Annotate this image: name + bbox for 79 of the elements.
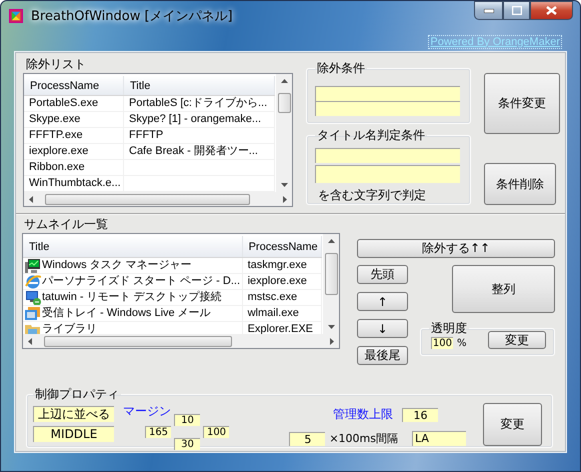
group-label: 透明度 xyxy=(430,320,468,337)
limit-label: 管理数上限 xyxy=(333,406,393,423)
window-title: BreathOfWindow [メインパネル] xyxy=(31,8,233,25)
input-field[interactable]: MIDDLE xyxy=(33,426,114,442)
scrollbar-thumb[interactable] xyxy=(278,93,290,113)
vertical-scrollbar[interactable] xyxy=(275,74,292,192)
input-field[interactable] xyxy=(315,86,460,101)
mail-icon xyxy=(25,306,41,321)
vertical-scrollbar[interactable] xyxy=(322,234,339,334)
input-field[interactable]: 30 xyxy=(174,438,200,450)
group-label: 制御プロパティ xyxy=(34,386,120,403)
column-header[interactable]: ProcessName xyxy=(24,76,124,95)
input-field[interactable]: 10 xyxy=(174,414,200,426)
input-field[interactable]: 16 xyxy=(402,408,438,422)
last-button[interactable]: 最後尾 xyxy=(357,346,408,365)
app-icon xyxy=(9,9,23,23)
table-cell: tatuwin - リモート デスクトップ接続 xyxy=(42,290,222,305)
input-field[interactable]: 100 xyxy=(431,337,453,349)
section-label: サムネイル一覧 xyxy=(23,216,109,233)
maximize-button[interactable] xyxy=(503,1,530,20)
apply-button[interactable]: 変更 xyxy=(488,331,546,349)
table-cell: ライブラリ xyxy=(42,322,97,334)
list-view[interactable]: Title ProcessName Windows タスク マネージャー taskmgr.exe パーソナライズド スタート ページ - D... iexplore.exe tatuwin - リモート デスクトップ接続 mstsc.exe 受信トレイ - Windows Live メール wlmail.exe ライブラリ Explorer.EXE xyxy=(22,233,340,349)
close-icon xyxy=(546,6,557,15)
section-label: 除外リスト xyxy=(25,56,87,73)
computer-icon xyxy=(25,290,41,305)
list-view[interactable]: ProcessName Title PortableS.exe PortableS [c:ドライブから... Skype.exe Skype? [1] - orangemake... FFFTP.exe FFFTP iexplore.exe Cafe Break - 開発者ツー... Ribbon.exe WinThumbtack.e... xyxy=(23,73,293,207)
group-label: 除外条件 xyxy=(316,60,366,77)
hint-text: を含む文字列で判定 xyxy=(317,187,427,204)
scroll-up-icon xyxy=(328,239,335,243)
monitor-icon xyxy=(25,258,41,273)
close-button[interactable] xyxy=(530,1,573,20)
table-cell: iexplore.exe xyxy=(24,144,124,159)
table-cell: FFFTP.exe xyxy=(24,128,124,143)
scroll-down-icon xyxy=(280,183,288,187)
first-button[interactable]: 先頭 xyxy=(357,265,408,284)
table-cell: WinThumbtack.e... xyxy=(24,176,124,191)
unit-label: % xyxy=(457,338,467,348)
column-header[interactable]: Title xyxy=(23,236,243,257)
input-field[interactable]: 100 xyxy=(203,426,229,438)
input-field[interactable]: 165 xyxy=(145,426,171,438)
input-field[interactable] xyxy=(315,165,460,183)
scrollbar-thumb[interactable] xyxy=(324,253,338,295)
scroll-up-icon xyxy=(280,79,288,83)
table-cell: Windows タスク マネージャー xyxy=(42,258,192,273)
scroll-left-icon xyxy=(28,338,32,344)
scroll-down-icon xyxy=(328,325,335,329)
group-label: タイトル名判定条件 xyxy=(316,127,426,144)
scrollbar-thumb[interactable] xyxy=(45,194,250,204)
scroll-right-icon xyxy=(283,196,287,202)
scroll-left-icon xyxy=(29,196,33,202)
delete-button[interactable]: 条件削除 xyxy=(484,163,556,205)
interval-label: ×100ms間隔 xyxy=(329,431,398,446)
table-cell: Ribbon.exe xyxy=(24,160,124,175)
scrollbar-thumb[interactable] xyxy=(44,336,232,346)
arrange-button[interactable]: 整列 xyxy=(452,265,555,313)
input-field[interactable]: LA xyxy=(412,431,466,446)
input-field[interactable] xyxy=(315,148,460,163)
globe-icon xyxy=(25,274,41,289)
down-button[interactable]: ↓ xyxy=(357,319,408,338)
table-cell: PortableS.exe xyxy=(24,96,124,111)
table-cell: パーソナライズド スタート ページ - D... xyxy=(42,274,240,289)
minimize-icon xyxy=(484,8,494,12)
horizontal-scrollbar[interactable] xyxy=(23,334,339,348)
table-cell: Skype.exe xyxy=(24,112,124,127)
minimize-button[interactable] xyxy=(474,1,503,20)
input-field[interactable]: 5 xyxy=(289,432,326,446)
margin-label: マージン xyxy=(123,403,171,420)
folder-icon xyxy=(25,322,41,334)
scroll-right-icon xyxy=(330,338,334,344)
maximize-icon xyxy=(512,6,522,15)
change-button[interactable]: 条件変更 xyxy=(484,73,560,134)
up-button[interactable]: ↑ xyxy=(357,292,408,311)
apply-button[interactable]: 変更 xyxy=(483,403,542,446)
exclude-button[interactable]: 除外する↑↑ xyxy=(357,239,555,258)
table-cell: 受信トレイ - Windows Live メール xyxy=(42,306,211,321)
input-field[interactable]: 上辺に並べる xyxy=(33,406,114,422)
horizontal-scrollbar[interactable] xyxy=(24,192,292,206)
input-field[interactable] xyxy=(315,101,460,116)
